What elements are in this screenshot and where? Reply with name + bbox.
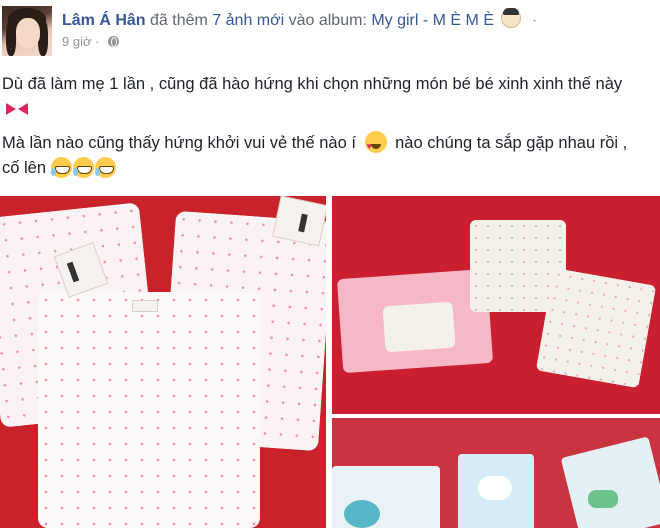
ribbon-bow-icon — [6, 102, 28, 116]
post-text: Dù đã làm mẹ 1 lần , cũng đã hào hứng kh… — [2, 72, 642, 190]
album-emoji-icon — [501, 8, 522, 28]
globe-icon[interactable] — [108, 36, 120, 47]
diaper-white-right — [535, 267, 657, 389]
shirt-front — [38, 292, 260, 528]
album-link[interactable]: My girl - M È M È — [371, 12, 494, 29]
avatar-hair-left — [6, 20, 16, 56]
author-name[interactable]: Lâm Á Hân — [62, 12, 146, 29]
meta-dot-separator: · — [95, 34, 100, 49]
accessory-item-green — [588, 490, 618, 508]
post-paragraph-2: Mà lần nào cũng thấy hứng khởi vui vẻ th… — [2, 131, 642, 181]
post-meta: 9 giờ · — [62, 34, 120, 49]
avatar-face — [16, 18, 40, 48]
post-title-line: Lâm Á Hân đã thêm 7 ảnh mới vào album: M… — [62, 8, 537, 30]
accessory-item-nail-clipper — [478, 476, 512, 500]
post-header: Lâm Á Hân đã thêm 7 ảnh mới vào album: M… — [0, 0, 660, 58]
photo-baby-shirts[interactable] — [0, 196, 326, 528]
photo-count-link[interactable]: 7 ảnh mới — [212, 12, 284, 29]
photo-baby-diapers[interactable] — [332, 196, 660, 414]
title-dot-separator: · — [531, 12, 538, 29]
grin-sweat-icon — [94, 157, 116, 178]
accessory-item-teal — [344, 500, 380, 528]
shirt-label — [132, 300, 158, 312]
diaper-pink-lining — [382, 301, 456, 353]
heart-eyes-icon — [364, 131, 387, 159]
post-timestamp[interactable]: 9 giờ — [62, 34, 92, 49]
accessory-package-right — [560, 436, 660, 528]
avatar[interactable] — [2, 6, 52, 56]
paragraph-1-text: Dù đã làm mẹ 1 lần , cũng đã hào hứng kh… — [2, 75, 623, 93]
post-paragraph-1: Dù đã làm mẹ 1 lần , cũng đã hào hứng kh… — [2, 72, 642, 122]
action-prefix: đã thêm — [150, 12, 208, 29]
paragraph-2a-text: Mà lần nào cũng thấy hứng khởi vui vẻ th… — [2, 134, 356, 152]
grin-sweat-icon — [72, 157, 94, 178]
action-mid: vào album: — [288, 12, 367, 29]
grin-sweat-icon — [50, 157, 72, 178]
photo-baby-accessories[interactable] — [332, 418, 660, 528]
